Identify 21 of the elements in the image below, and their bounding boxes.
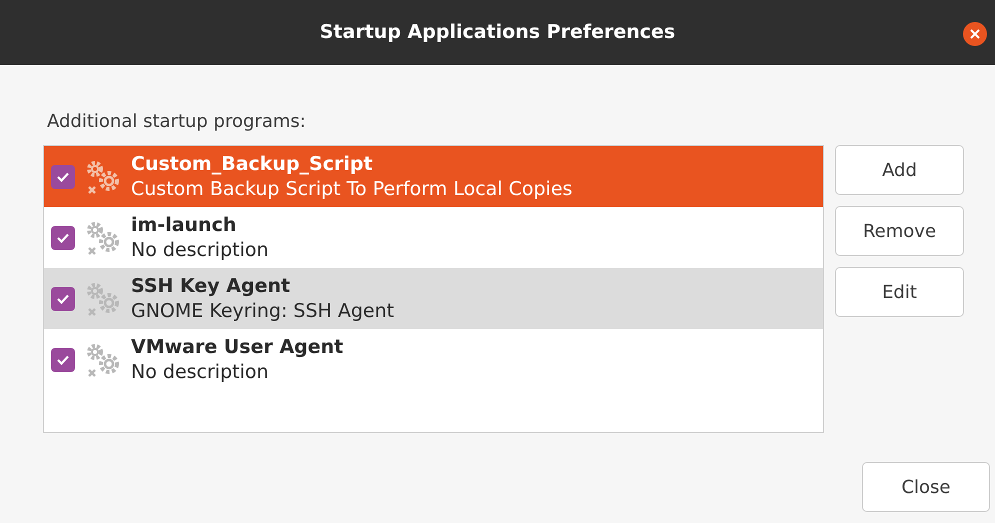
program-description: No description <box>131 238 269 262</box>
program-description: No description <box>131 360 270 384</box>
side-button[interactable]: Edit <box>835 267 964 317</box>
program-name: Custom_Backup_Script <box>131 152 374 176</box>
checkbox[interactable] <box>51 286 75 310</box>
checkbox[interactable] <box>51 226 75 250</box>
program-name: SSH Key Agent <box>131 274 292 298</box>
close-button[interactable]: Close <box>862 462 990 512</box>
program-name: VMware User Agent <box>131 334 344 360</box>
checkbox[interactable] <box>51 348 75 372</box>
program-row[interactable]: Custom_Backup_Script Custom Backup Script To Perform Local Copies <box>44 146 823 207</box>
side-button[interactable]: Add <box>835 145 964 195</box>
checkbox[interactable] <box>51 164 75 188</box>
program-name: im-launch <box>131 212 238 238</box>
window-title: Startup Applications Preferences <box>320 20 676 46</box>
list-label: Additional startup programs: <box>47 111 307 133</box>
program-description: Custom Backup Script To Perform Local Copies <box>131 176 572 202</box>
close-icon[interactable] <box>963 22 987 46</box>
side-button[interactable]: Remove <box>835 206 964 256</box>
program-row[interactable]: SSH Key Agent GNOME Keyring: SSH Agent <box>44 268 823 329</box>
program-description: GNOME Keyring: SSH Agent <box>131 298 394 324</box>
